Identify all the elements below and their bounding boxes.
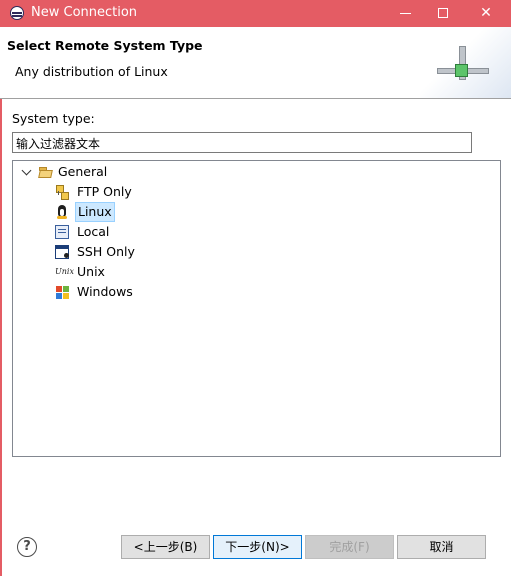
cancel-button[interactable]: 取消: [397, 535, 486, 559]
tree-item-label: Linux: [75, 202, 115, 222]
back-button[interactable]: <上一步(B): [121, 535, 210, 559]
tree-item-label: SSH Only: [77, 244, 135, 259]
network-connection-icon: [420, 27, 511, 98]
local-computer-icon: [55, 225, 69, 239]
next-button[interactable]: 下一步(N)>: [213, 535, 302, 559]
network-node: [455, 64, 468, 77]
eclipse-app-icon: [10, 6, 24, 20]
unix-icon: Unix: [55, 267, 74, 276]
tree-node-label: General: [58, 164, 108, 179]
help-button[interactable]: ?: [17, 537, 37, 557]
windows-icon: [55, 285, 69, 299]
ssh-terminal-icon: [55, 245, 69, 259]
tree-item-label: Unix: [77, 264, 105, 279]
tree-item-label: FTP Only: [77, 184, 132, 199]
ftp-icon: [55, 185, 69, 200]
close-button[interactable]: ✕: [466, 0, 506, 27]
filter-input-text: 输入过滤器文本: [16, 137, 101, 151]
window-left-border: [0, 27, 2, 576]
minimize-button[interactable]: [385, 0, 425, 27]
system-type-label: System type:: [12, 111, 95, 126]
tree-item-label: Local: [77, 224, 110, 239]
banner-description: Any distribution of Linux: [15, 64, 168, 79]
wizard-banner: Select Remote System Type Any distributi…: [0, 27, 511, 99]
title-bar[interactable]: New Connection ✕: [0, 0, 511, 27]
banner-title: Select Remote System Type: [7, 38, 203, 53]
folder-open-icon: [39, 165, 53, 179]
minimize-icon: [399, 12, 411, 14]
finish-button[interactable]: 完成(F): [305, 535, 394, 559]
system-type-tree[interactable]: General FTP Only Linux Local SSH Only Un…: [12, 160, 501, 457]
window-title: New Connection: [31, 5, 138, 20]
tux-icon: [55, 205, 69, 219]
chevron-down-icon[interactable]: [21, 165, 32, 176]
maximize-icon: [438, 8, 448, 18]
maximize-button[interactable]: [423, 0, 463, 27]
tree-item-label: Windows: [77, 284, 133, 299]
